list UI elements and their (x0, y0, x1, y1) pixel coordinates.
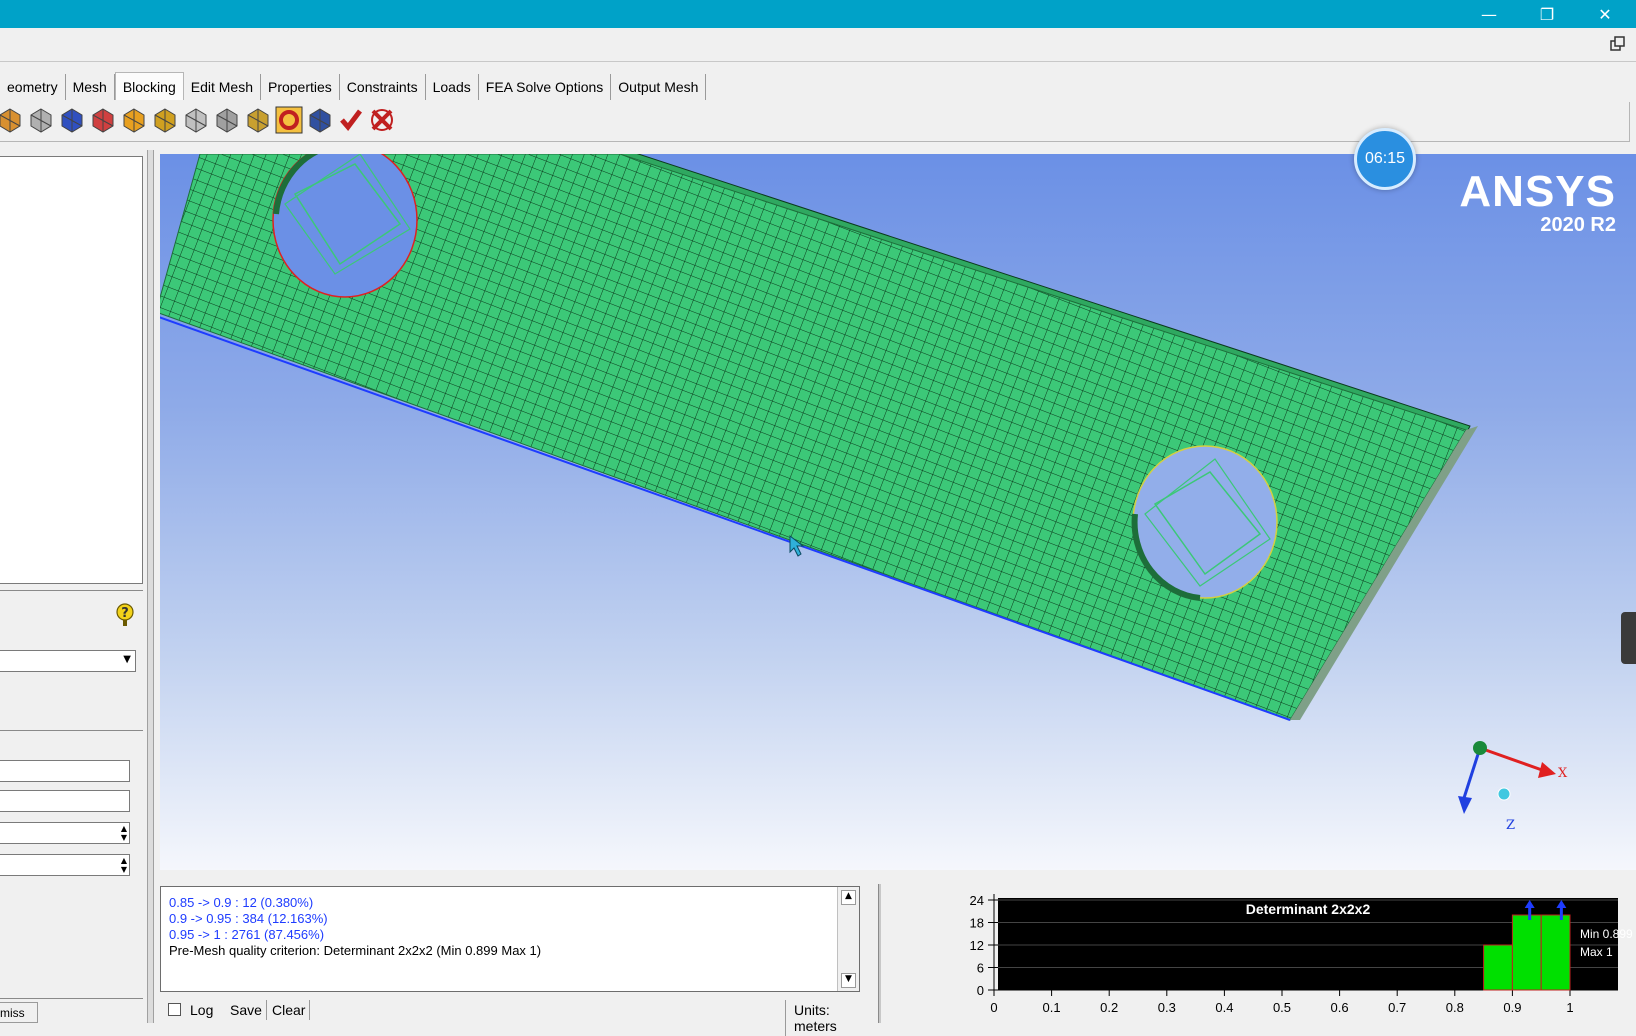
input-field-1[interactable] (0, 760, 130, 782)
tab-edit-mesh[interactable]: Edit Mesh (183, 74, 261, 100)
x-tick-label: 0 (990, 1000, 997, 1015)
pre-mesh-smooth-icon[interactable] (306, 106, 334, 134)
log-label: Log (190, 1002, 214, 1018)
annotation-min: Min 0.899 (1580, 927, 1633, 941)
message-line: 0.85 -> 0.9 : 12 (0.380%) (169, 895, 314, 910)
annotation-max: Max 1 (1580, 945, 1613, 959)
axis-x-label: X (1558, 766, 1568, 781)
tab-mesh[interactable]: Mesh (65, 74, 115, 100)
x-tick-label: 0.6 (1331, 1000, 1349, 1015)
x-tick-label: 0.2 (1100, 1000, 1118, 1015)
axis-triad (1458, 741, 1556, 814)
scroll-up-icon[interactable]: ▲ (841, 890, 856, 905)
quality-histogram[interactable]: 0 6 12 18 24 0 0.1 0.2 0.3 0.4 0.5 0.6 0.7 0.8 0.9 1 Det… (940, 893, 1636, 1023)
message-scrollbar[interactable]: ▲ ▼ (837, 887, 859, 991)
divider (0, 998, 143, 999)
spin-arrows-icon[interactable]: ▲ ▼ (121, 856, 127, 874)
dismiss-button[interactable]: miss (0, 1002, 38, 1023)
timer-badge: 06:15 (1354, 128, 1416, 190)
vertex-icon[interactable] (58, 106, 86, 134)
axis-z-label: Z (1506, 818, 1516, 833)
maximize-button[interactable]: ❐ (1518, 0, 1576, 28)
divider (0, 590, 143, 591)
x-tick-label: 0.8 (1446, 1000, 1464, 1015)
edit-block-icon[interactable] (89, 106, 117, 134)
divider (0, 730, 143, 731)
chevron-down-icon: ▼ (123, 654, 131, 665)
tab-blocking[interactable]: Blocking (114, 72, 184, 100)
tab-eometry[interactable]: eometry (0, 74, 66, 100)
close-button[interactable]: ✕ (1576, 0, 1634, 28)
tab-properties[interactable]: Properties (260, 74, 340, 100)
y-tick-label: 0 (977, 983, 984, 998)
x-tick-label: 0.9 (1503, 1000, 1521, 1015)
x-tick-label: 0.5 (1273, 1000, 1291, 1015)
edit-edge-icon[interactable] (213, 106, 241, 134)
tab-bar: eometry Mesh Blocking Edit Mesh Properties Co… (0, 72, 707, 100)
message-line: 0.9 -> 0.95 : 384 (12.163%) (169, 911, 328, 926)
tab-loads[interactable]: Loads (425, 74, 479, 100)
logo-brand: ANSYS (1459, 167, 1616, 216)
left-panel: ? ▼ ▲ ▼ ▲ ▼ miss (0, 150, 154, 1023)
pre-mesh-quality-icon[interactable] (275, 106, 303, 134)
pre-mesh-params-icon[interactable] (244, 106, 272, 134)
histogram-bar (1511, 914, 1542, 991)
input-field-2[interactable] (0, 790, 130, 812)
spin-field-2[interactable]: ▲ ▼ (0, 854, 130, 876)
minimize-button[interactable]: — (1460, 0, 1518, 28)
message-window[interactable]: 0.85 -> 0.9 : 12 (0.380%) 0.9 -> 0.95 : … (160, 886, 860, 992)
block-checks-icon[interactable] (337, 106, 365, 134)
y-tick-label: 12 (970, 938, 984, 953)
create-block-icon[interactable] (27, 106, 55, 134)
move-vertex-icon[interactable] (151, 106, 179, 134)
y-tick-label: 6 (977, 961, 984, 976)
clear-button[interactable]: Clear (268, 1000, 311, 1020)
delete-block-icon[interactable] (368, 106, 396, 134)
method-select[interactable]: ▼ (0, 650, 136, 672)
tab-constraints[interactable]: Constraints (339, 74, 426, 100)
message-line: 0.95 -> 1 : 2761 (87.456%) (169, 927, 325, 942)
side-scroll-handle[interactable] (1621, 612, 1636, 664)
graphics-viewport[interactable]: ANSYS 2020 R2 X Z (160, 154, 1636, 870)
histogram-chart: 0 6 12 18 24 0 0.1 0.2 0.3 0.4 0.5 0.6 0.7 0.8 0.9 1 Det… (970, 893, 1633, 1015)
spin-field-1[interactable]: ▲ ▼ (0, 822, 130, 844)
logo-version: 2020 R2 (1540, 214, 1616, 236)
x-tick-label: 0.3 (1158, 1000, 1176, 1015)
tab-output-mesh[interactable]: Output Mesh (611, 74, 707, 100)
svg-text:?: ? (121, 606, 129, 621)
transform-blocks-icon[interactable] (182, 106, 210, 134)
help-icon[interactable]: ? (114, 602, 136, 628)
split-block-icon[interactable] (0, 106, 24, 134)
histogram-bar (1540, 914, 1571, 991)
model-tree[interactable] (0, 156, 143, 584)
message-line: Pre-Mesh quality criterion: Determinant … (169, 943, 542, 958)
x-tick-label: 0.4 (1215, 1000, 1233, 1015)
title-bar: — ❐ ✕ (0, 0, 1636, 28)
y-tick-label: 18 (970, 916, 984, 931)
x-tick-label: 0.7 (1388, 1000, 1406, 1015)
units-label: Units: meters (785, 1000, 880, 1036)
histogram-bar (1483, 944, 1513, 991)
associate-icon[interactable] (120, 106, 148, 134)
restore-window-icon[interactable] (1610, 36, 1628, 54)
menu-row (0, 28, 1636, 62)
tab-fea-solve-options[interactable]: FEA Solve Options (478, 74, 612, 100)
ansys-logo: ANSYS 2020 R2 (1459, 170, 1616, 237)
x-tick-label: 0.1 (1043, 1000, 1061, 1015)
scroll-down-icon[interactable]: ▼ (841, 973, 856, 988)
log-checkbox[interactable] (168, 1003, 181, 1016)
y-tick-label: 24 (970, 894, 984, 908)
panel-splitter[interactable] (147, 150, 154, 1023)
chart-title: Determinant 2x2x2 (1246, 901, 1371, 917)
message-controls: Log Save Clear Units: meters (160, 998, 880, 1036)
x-tick-label: 1 (1566, 1000, 1573, 1015)
save-button[interactable]: Save (226, 1000, 267, 1020)
spin-arrows-icon[interactable]: ▲ ▼ (121, 824, 127, 842)
mesh-model (160, 154, 1478, 721)
